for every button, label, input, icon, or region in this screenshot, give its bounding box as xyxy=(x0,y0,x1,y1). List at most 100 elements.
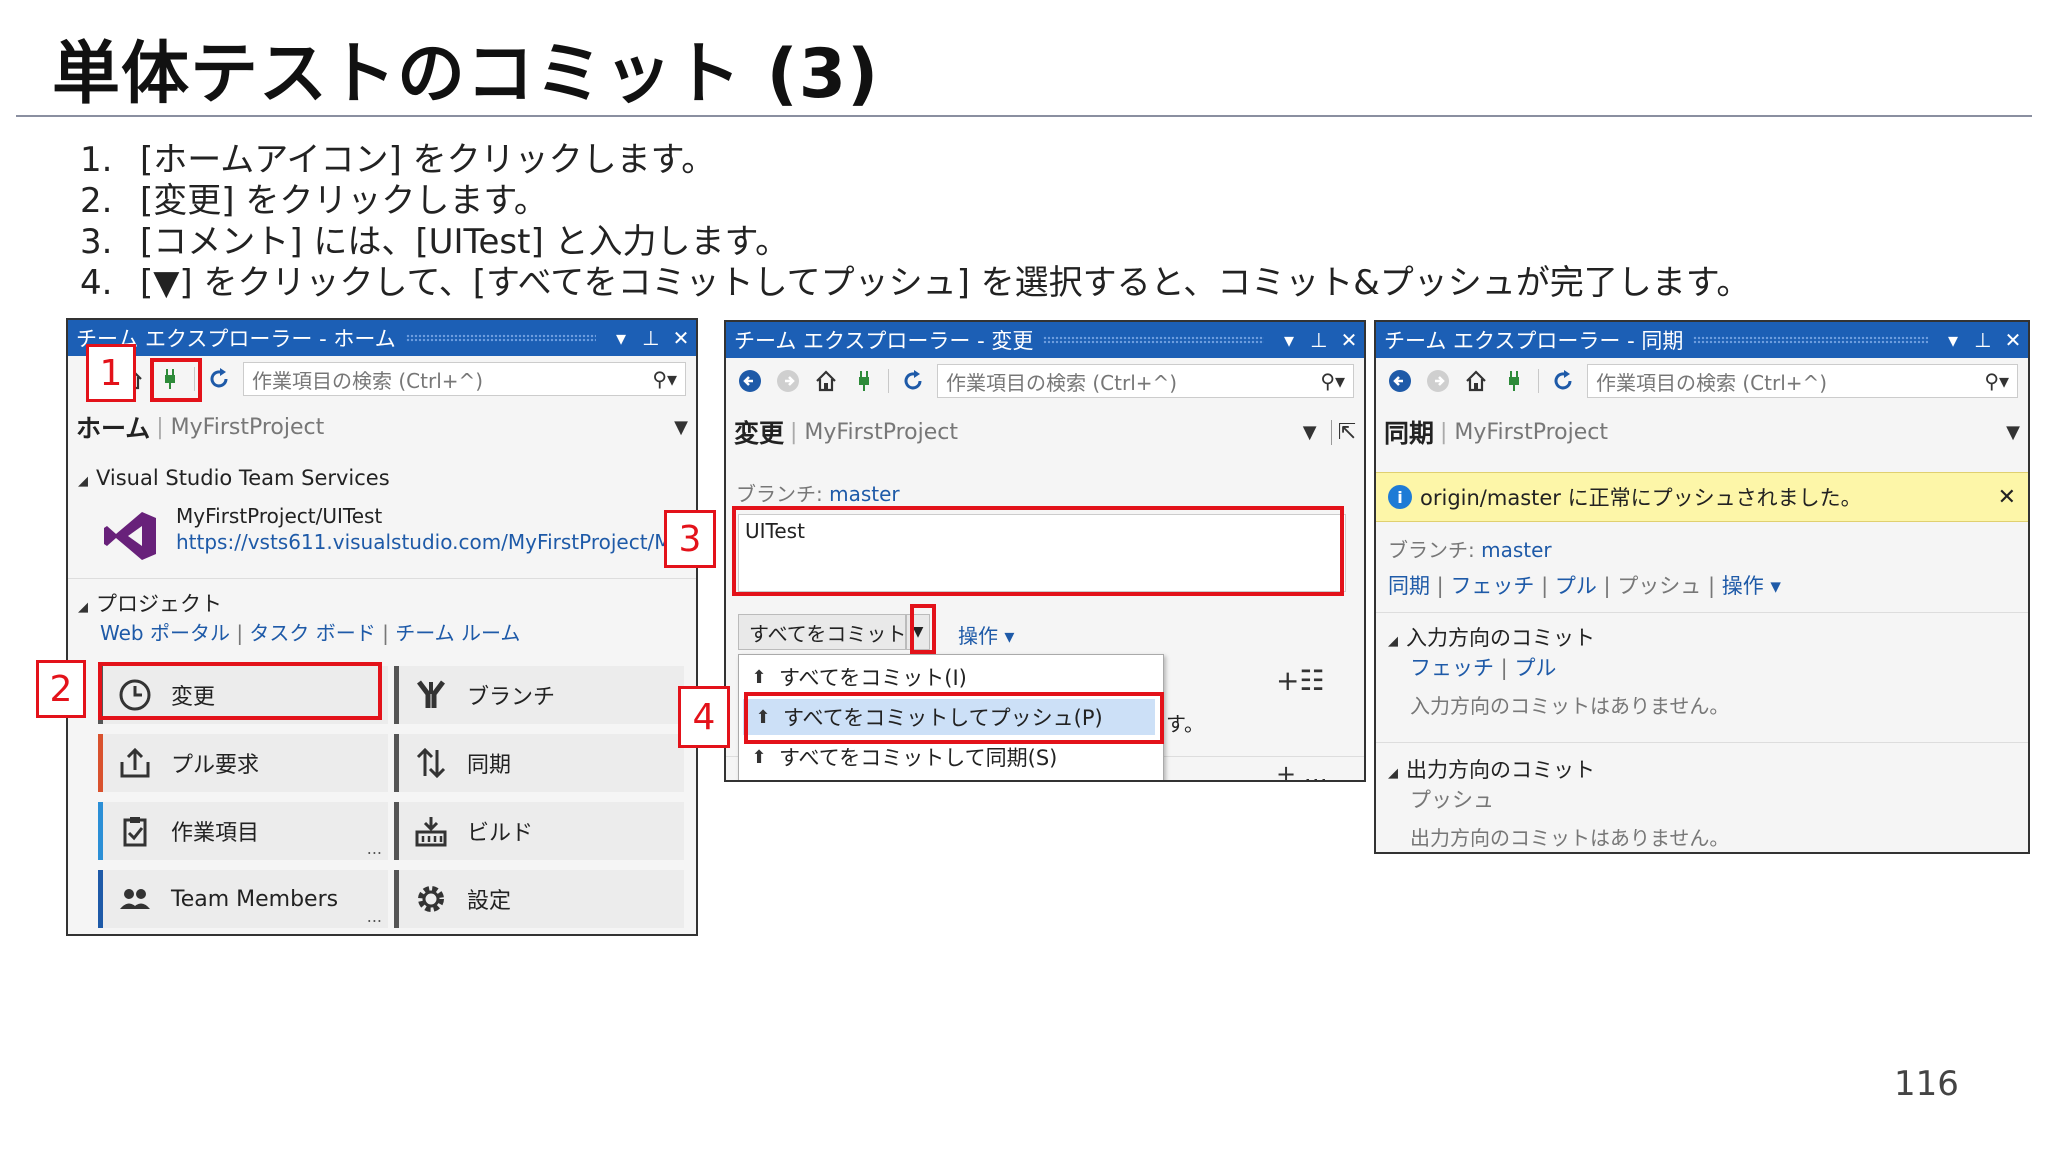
tile-pull-requests[interactable]: プル要求 xyxy=(98,734,388,792)
tile-accent-bar xyxy=(98,870,103,928)
toolbar: 作業項目の検索 (Ctrl+^) ⚲▾ xyxy=(726,358,1364,404)
back-arrow-icon[interactable] xyxy=(1386,367,1414,395)
actions-menu[interactable]: 操作 ▾ xyxy=(1722,574,1781,598)
branch-link[interactable]: master xyxy=(829,482,900,506)
pull-link[interactable]: プル xyxy=(1555,574,1597,598)
web-portal-link[interactable]: Web ポータル xyxy=(100,621,230,645)
pull-link[interactable]: プル xyxy=(1514,656,1556,680)
tile-work-items[interactable]: 作業項目 ... xyxy=(98,802,388,860)
connect-plug-icon[interactable] xyxy=(850,367,878,395)
push-link[interactable]: プッシュ xyxy=(1617,574,1701,598)
vsts-section-header[interactable]: ◢ Visual Studio Team Services xyxy=(78,466,390,490)
refresh-icon[interactable] xyxy=(205,365,233,393)
dismiss-close-icon[interactable]: ✕ xyxy=(1998,485,2016,510)
tile-accent-bar xyxy=(98,802,103,860)
page-header[interactable]: 変更 | MyFirstProject ▼ ⇱ xyxy=(726,404,1364,460)
menu-item-commit-and-sync[interactable]: ⬆ すべてをコミットして同期(S) xyxy=(739,739,1143,775)
collapse-triangle-icon[interactable]: ◢ xyxy=(78,600,88,615)
collapse-triangle-icon[interactable]: ◢ xyxy=(78,474,88,489)
instruction-steps: 1. [ホームアイコン] をクリックします。 2. [変更] をクリックします。 3… xyxy=(80,140,1750,304)
forward-arrow-icon[interactable] xyxy=(1424,367,1452,395)
home-icon[interactable] xyxy=(1462,367,1490,395)
fetch-link[interactable]: フェッチ xyxy=(1450,574,1534,598)
pin-icon[interactable]: ⊥ xyxy=(1968,328,1998,352)
work-item-search-input[interactable]: 作業項目の検索 (Ctrl+^) ⚲▾ xyxy=(243,362,686,396)
chevron-down-icon[interactable]: ▼ xyxy=(1303,422,1317,443)
panel-title-bar: チーム エクスプローラー - ホーム ▾ ⊥ ✕ xyxy=(68,320,696,356)
incoming-links: フェッチ | プル xyxy=(1410,656,1557,680)
dropdown-arrow-icon[interactable]: ▾ xyxy=(606,326,636,350)
fetch-link[interactable]: フェッチ xyxy=(1410,656,1494,680)
work-item-search-input[interactable]: 作業項目の検索 (Ctrl+^) ⚲▾ xyxy=(937,364,1354,398)
callout-box-home-icon xyxy=(150,358,202,402)
chevron-down-icon[interactable]: ▼ xyxy=(674,417,688,438)
search-icon[interactable]: ⚲▾ xyxy=(1984,369,2009,393)
menu-item-commit-all[interactable]: ⬆ すべてをコミット(I) xyxy=(739,659,1143,695)
chevron-down-icon[interactable]: ▼ xyxy=(2006,422,2020,443)
close-icon[interactable]: ✕ xyxy=(666,326,696,350)
commit-all-button[interactable]: すべてをコミット(I) xyxy=(738,614,928,650)
page-header[interactable]: ホーム | MyFirstProject ▼ xyxy=(68,402,696,452)
collapse-triangle-icon[interactable]: ◢ xyxy=(1388,634,1398,649)
search-placeholder: 作業項目の検索 (Ctrl+^) xyxy=(1596,370,1828,395)
pull-request-icon xyxy=(115,743,155,783)
team-room-link[interactable]: チーム ルーム xyxy=(395,621,520,645)
pin-icon[interactable]: ⊥ xyxy=(636,326,666,350)
close-icon[interactable]: ✕ xyxy=(1998,328,2028,352)
callout-box-changes-tile xyxy=(98,662,382,720)
callout-box-commit-push xyxy=(744,692,1164,744)
page-name: 同期 xyxy=(1384,419,1435,448)
callout-number-1: 1 xyxy=(86,344,136,402)
project-name: MyFirstProject xyxy=(1454,419,1608,445)
search-placeholder: 作業項目の検索 (Ctrl+^) xyxy=(252,368,484,393)
step-text: [コメント] には、[UITest] と入力します。 xyxy=(140,222,790,262)
actions-menu[interactable]: 操作 ▾ xyxy=(958,620,1014,649)
outgoing-commits-header[interactable]: ◢ 出力方向のコミット xyxy=(1388,754,1595,784)
outgoing-empty-text: 出力方向のコミットはありません。 xyxy=(1410,826,1730,850)
tile-branches[interactable]: ブランチ xyxy=(394,666,684,724)
pin-icon[interactable]: ⊥ xyxy=(1304,328,1334,352)
refresh-icon[interactable] xyxy=(1549,367,1577,395)
dropdown-arrow-icon[interactable]: ▾ xyxy=(1938,328,1968,352)
project-section-header[interactable]: ◢ プロジェクト xyxy=(78,588,222,618)
branch-link[interactable]: master xyxy=(1481,538,1552,562)
search-icon[interactable]: ⚲▾ xyxy=(1320,369,1345,393)
title-divider xyxy=(16,115,2032,117)
toolbar: 作業項目の検索 (Ctrl+^) ⚲▾ xyxy=(1376,358,2028,404)
page-header[interactable]: 同期 | MyFirstProject ▼ xyxy=(1376,404,2028,460)
title-grip xyxy=(405,334,596,342)
work-item-search-input[interactable]: 作業項目の検索 (Ctrl+^) ⚲▾ xyxy=(1587,364,2018,398)
tile-settings[interactable]: 設定 xyxy=(394,870,684,928)
undock-icon[interactable]: ⇱ xyxy=(1330,419,1356,445)
collapse-triangle-icon[interactable]: ◢ xyxy=(1388,766,1398,781)
close-icon[interactable]: ✕ xyxy=(1334,328,1364,352)
work-item-icon xyxy=(115,811,155,851)
toolbar-separator xyxy=(1538,369,1539,393)
connect-plug-icon[interactable] xyxy=(1500,367,1528,395)
tile-sync[interactable]: 同期 xyxy=(394,734,684,792)
step-number: 3. xyxy=(80,222,113,262)
panel-title-bar: チーム エクスプローラー - 同期 ▾ ⊥ ✕ xyxy=(1376,322,2028,358)
push-link[interactable]: プッシュ xyxy=(1410,784,1494,814)
tile-builds[interactable]: ビルド xyxy=(394,802,684,860)
sync-link[interactable]: 同期 xyxy=(1388,574,1430,598)
home-icon[interactable] xyxy=(812,367,840,395)
incoming-empty-text: 入力方向のコミットはありません。 xyxy=(1410,694,1730,718)
repo-url-link[interactable]: https://vsts611.visualstudio.com/MyFirst… xyxy=(176,530,676,554)
callout-box-comment xyxy=(732,506,1344,596)
dropdown-arrow-icon[interactable]: ▾ xyxy=(1274,328,1304,352)
more-ellipsis[interactable]: ... xyxy=(367,907,382,926)
forward-arrow-icon[interactable] xyxy=(774,367,802,395)
back-arrow-icon[interactable] xyxy=(736,367,764,395)
incoming-commits-header[interactable]: ◢ 入力方向のコミット xyxy=(1388,622,1595,652)
tile-team-members[interactable]: Team Members ... xyxy=(98,870,388,928)
refresh-icon[interactable] xyxy=(899,367,927,395)
search-icon[interactable]: ⚲▾ xyxy=(652,367,677,391)
task-board-link[interactable]: タスク ボード xyxy=(249,621,375,645)
add-list-icon[interactable]: +☷ xyxy=(1276,664,1325,697)
more-ellipsis[interactable]: ... xyxy=(367,839,382,858)
tile-accent-bar xyxy=(394,666,399,724)
add-more-icon[interactable]: + … xyxy=(1276,760,1328,780)
team-members-icon xyxy=(115,879,155,919)
info-icon: i xyxy=(1388,485,1412,509)
